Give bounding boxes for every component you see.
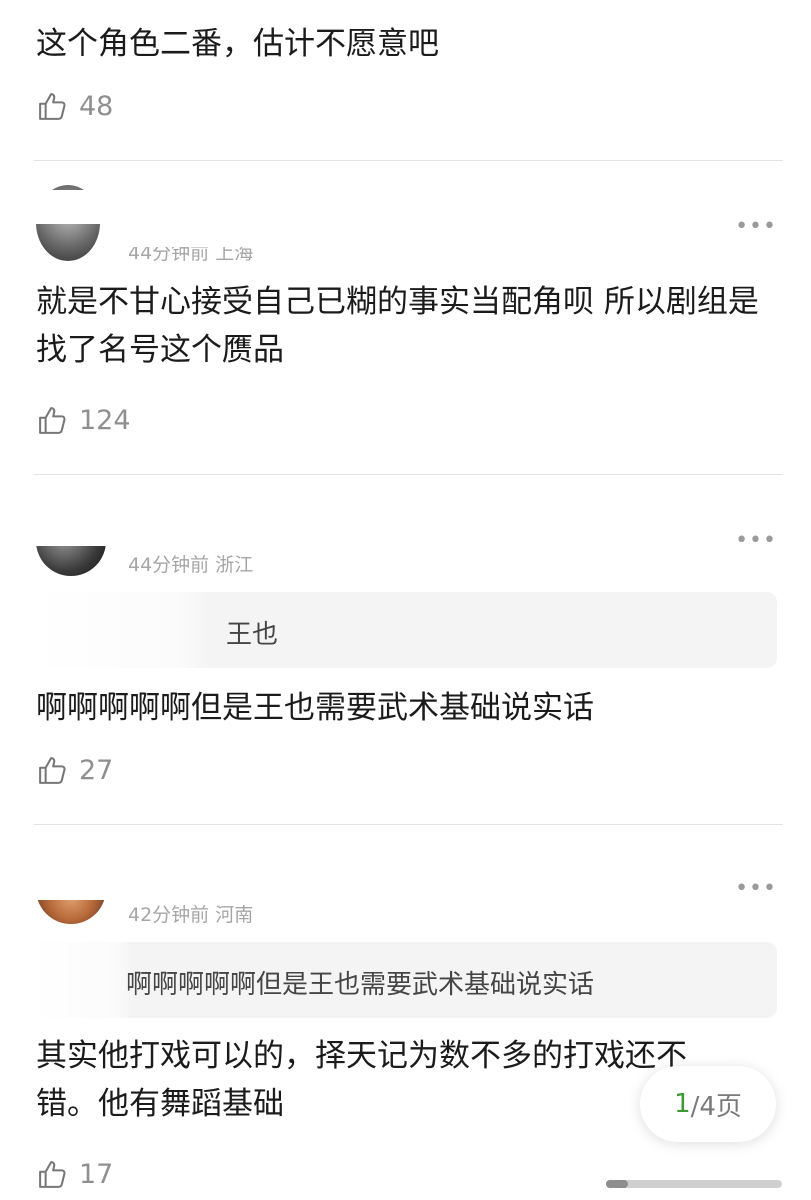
blurred-username — [34, 942, 134, 1018]
thumbs-up-icon — [39, 93, 66, 120]
more-dots-icon[interactable]: ••• — [735, 530, 777, 552]
comment-text: 就是不甘心接受自己已糊的事实当配角呗 所以剧组是找了名号这个赝品 — [36, 284, 759, 368]
divider — [34, 824, 783, 825]
comment-text: 这个角色二番，估计不愿意吧 — [36, 26, 439, 62]
blur-overlay — [30, 874, 130, 900]
thumbs-up-icon — [39, 1161, 66, 1188]
quoted-comment[interactable]: 啊啊啊啊啊但是王也需要武术基础说实话 — [34, 942, 777, 1018]
like-count: 27 — [79, 755, 114, 786]
like-count: 17 — [79, 1159, 114, 1190]
blurred-username — [34, 592, 212, 668]
blur-overlay — [30, 190, 150, 224]
like-button[interactable]: 17 — [36, 1158, 113, 1191]
like-button[interactable]: 27 — [36, 754, 113, 787]
like-count: 48 — [79, 91, 114, 122]
divider — [34, 474, 783, 475]
more-dots-icon[interactable]: ••• — [735, 878, 777, 900]
comment-meta: 44分钟前 浙江 — [128, 554, 254, 576]
page-indicator[interactable]: 1/4页 — [640, 1066, 776, 1142]
comment-text: 其实他打戏可以的，择天记为数不多的打戏还不错。他有舞蹈基础 — [36, 1038, 687, 1122]
thumbs-up-icon — [39, 407, 66, 434]
divider — [34, 160, 783, 161]
scrollbar-thumb[interactable] — [606, 1180, 628, 1188]
thumbs-up-icon — [39, 757, 66, 784]
like-button[interactable]: 48 — [36, 90, 113, 123]
like-button[interactable]: 124 — [36, 404, 131, 437]
like-count: 124 — [79, 405, 131, 436]
quoted-text: 啊啊啊啊啊但是王也需要武术基础说实话 — [126, 970, 595, 1000]
page-total: /4页 — [690, 1091, 742, 1122]
page-current: 1 — [674, 1089, 691, 1119]
more-dots-icon[interactable]: ••• — [735, 216, 777, 238]
comment-text: 啊啊啊啊啊但是王也需要武术基础说实话 — [36, 690, 594, 726]
quoted-text: 王也 — [226, 620, 279, 650]
blur-overlay — [30, 516, 130, 546]
comment-meta: 42分钟前 河南 — [128, 904, 254, 926]
horizontal-scrollbar[interactable] — [606, 1180, 782, 1188]
quoted-comment[interactable]: 王也 — [34, 592, 777, 668]
comment-meta: 44分钟前 上海 — [128, 242, 254, 264]
